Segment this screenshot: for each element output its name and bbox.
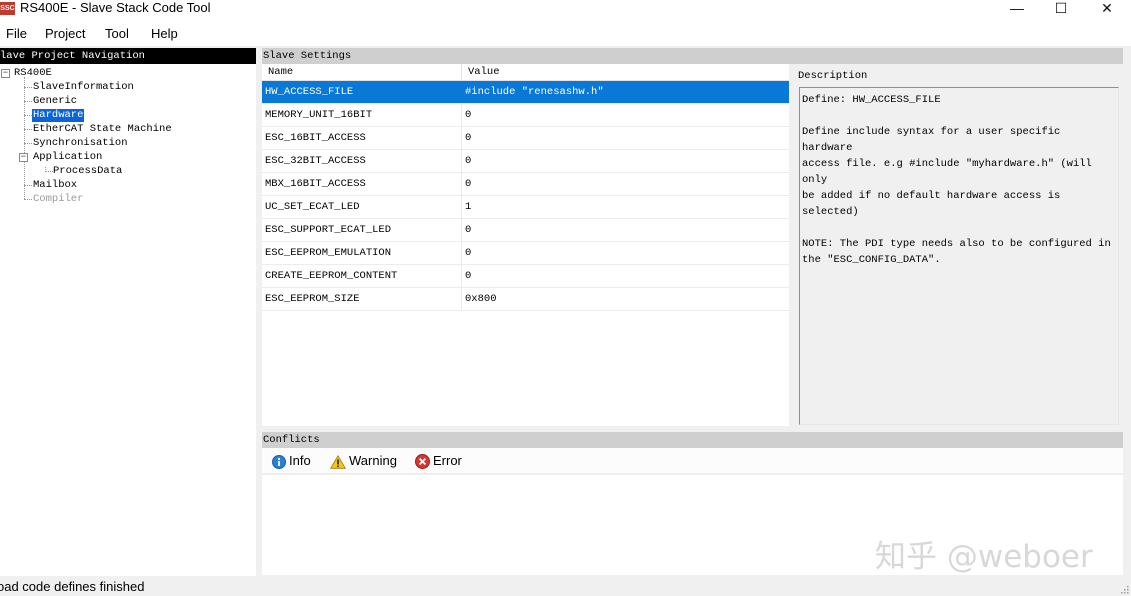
settings-row[interactable]: CREATE_EEPROM_CONTENT 0 — [262, 265, 789, 288]
menu-tool[interactable]: Tool — [105, 26, 129, 41]
nav-panel-header: lave Project Navigation — [0, 48, 256, 64]
setting-value-cell[interactable]: 0 — [463, 173, 789, 195]
settings-row[interactable]: ESC_32BIT_ACCESS 0 — [262, 150, 789, 173]
tree-item-compiler[interactable]: Compiler — [33, 193, 83, 206]
error-filter-button[interactable]: Error — [415, 453, 462, 471]
settings-grid: Name Value HW_ACCESS_FILE #include "renes… — [262, 64, 789, 426]
setting-name-cell: ESC_32BIT_ACCESS — [262, 150, 462, 172]
settings-row[interactable]: HW_ACCESS_FILE #include "renesashw.h" — [262, 81, 789, 104]
collapse-toggle-application[interactable]: − — [19, 153, 28, 162]
setting-name-cell: CREATE_EEPROM_CONTENT — [262, 265, 462, 287]
tree-guide — [24, 77, 25, 199]
tree-guide — [24, 115, 32, 116]
conflicts-header: Conflicts — [262, 432, 1123, 448]
tree-guide — [24, 185, 32, 186]
setting-value-cell[interactable]: 1 — [463, 196, 789, 218]
settings-row[interactable]: ESC_EEPROM_EMULATION 0 — [262, 242, 789, 265]
watermark: 知乎 @weboer — [875, 539, 1093, 575]
info-icon — [272, 454, 286, 469]
warning-label: Warning — [349, 453, 397, 468]
project-navigation-tree: − RS400E SlaveInformation Generic Hardwa… — [0, 64, 256, 576]
tree-guide — [45, 171, 53, 172]
setting-name-cell: UC_SET_ECAT_LED — [262, 196, 462, 218]
setting-name-cell: ESC_EEPROM_EMULATION — [262, 242, 462, 264]
setting-value-cell[interactable]: #include "renesashw.h" — [463, 81, 789, 103]
setting-name-cell: MEMORY_UNIT_16BIT — [262, 104, 462, 126]
tree-item-process-data[interactable]: ProcessData — [53, 165, 122, 178]
info-label: Info — [289, 453, 311, 468]
tree-item-root[interactable]: RS400E — [14, 67, 52, 80]
warning-filter-button[interactable]: Warning — [330, 453, 397, 471]
minimize-button[interactable]: — — [994, 0, 1040, 20]
menu-file[interactable]: File — [6, 26, 27, 41]
setting-value-cell[interactable]: 0 — [463, 127, 789, 149]
tree-item-synchronisation[interactable]: Synchronisation — [33, 137, 128, 150]
setting-value-cell[interactable]: 0 — [463, 242, 789, 264]
description-label: Description — [798, 70, 868, 82]
maximize-button[interactable]: ☐ — [1038, 0, 1084, 20]
tree-item-slave-information[interactable]: SlaveInformation — [33, 81, 134, 94]
settings-row[interactable]: ESC_16BIT_ACCESS 0 — [262, 127, 789, 150]
menu-bar: File Project Tool Help — [0, 22, 1131, 46]
error-label: Error — [433, 453, 462, 468]
tree-guide — [24, 143, 32, 144]
description-text: Define: HW_ACCESS_FILE Define include sy… — [799, 87, 1119, 425]
tree-guide — [24, 87, 32, 88]
warning-icon — [330, 454, 346, 469]
tree-item-application[interactable]: Application — [33, 151, 102, 164]
app-icon: SSC — [0, 2, 15, 15]
slave-settings-header: Slave Settings — [262, 48, 1123, 64]
tree-item-hardware[interactable]: Hardware — [32, 109, 85, 122]
setting-value-cell[interactable]: 0 — [463, 219, 789, 241]
tree-guide — [24, 199, 32, 200]
setting-name-cell: ESC_16BIT_ACCESS — [262, 127, 462, 149]
setting-name-cell: HW_ACCESS_FILE — [262, 81, 462, 103]
status-text: oad code defines finished — [0, 579, 145, 594]
settings-row[interactable]: UC_SET_ECAT_LED 1 — [262, 196, 789, 219]
menu-help[interactable]: Help — [151, 26, 178, 41]
column-header-value[interactable]: Value — [462, 64, 789, 81]
close-button[interactable]: ✕ — [1084, 0, 1130, 20]
settings-row[interactable]: MBX_16BIT_ACCESS 0 — [262, 173, 789, 196]
tree-guide — [24, 101, 32, 102]
setting-name-cell: MBX_16BIT_ACCESS — [262, 173, 462, 195]
setting-value-cell[interactable]: 0 — [463, 104, 789, 126]
setting-name-cell: ESC_SUPPORT_ECAT_LED — [262, 219, 462, 241]
setting-value-cell[interactable]: 0 — [463, 150, 789, 172]
window-title: RS400E - Slave Stack Code Tool — [20, 0, 211, 15]
setting-name-cell: ESC_EEPROM_SIZE — [262, 288, 462, 310]
menu-project[interactable]: Project — [45, 26, 85, 41]
collapse-toggle-root[interactable]: − — [1, 69, 10, 78]
error-icon — [415, 454, 430, 470]
conflicts-toolbar: Info Warning Error — [262, 448, 1123, 474]
setting-value-cell[interactable]: 0 — [463, 265, 789, 287]
status-bar: oad code defines finished — [0, 576, 1131, 596]
tree-item-mailbox[interactable]: Mailbox — [33, 179, 77, 192]
settings-row[interactable]: MEMORY_UNIT_16BIT 0 — [262, 104, 789, 127]
tree-item-generic[interactable]: Generic — [33, 95, 77, 108]
tree-item-ethercat-state-machine[interactable]: EtherCAT State Machine — [33, 123, 172, 136]
setting-value-cell[interactable]: 0x800 — [463, 288, 789, 310]
tree-guide — [24, 129, 32, 130]
title-bar: SSC RS400E - Slave Stack Code Tool — ☐ ✕ — [0, 0, 1131, 22]
column-header-name[interactable]: Name — [262, 64, 462, 81]
settings-row[interactable]: ESC_EEPROM_SIZE 0x800 — [262, 288, 789, 311]
info-filter-button[interactable]: Info — [272, 453, 311, 471]
settings-row[interactable]: ESC_SUPPORT_ECAT_LED 0 — [262, 219, 789, 242]
resize-grip-icon[interactable] — [1119, 584, 1129, 594]
